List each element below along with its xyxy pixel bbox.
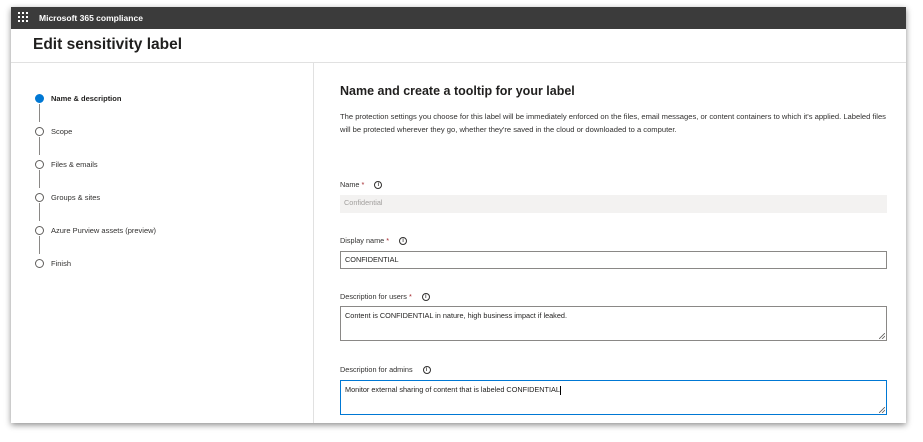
app-name[interactable]: Microsoft 365 compliance bbox=[39, 7, 143, 29]
description-admins-label-text: Description for admins bbox=[340, 365, 413, 374]
description-users-value: Content is CONFIDENTIAL in nature, high … bbox=[345, 311, 567, 320]
display-name-label-text: Display name bbox=[340, 236, 385, 245]
section-title: Name and create a tooltip for your label bbox=[340, 84, 575, 98]
description-admins-value: Monitor external sharing of content that… bbox=[345, 385, 560, 394]
info-icon[interactable]: i bbox=[374, 181, 383, 190]
step-connector bbox=[39, 104, 40, 122]
description-users-label-text: Description for users bbox=[340, 292, 407, 301]
resize-grip-icon[interactable] bbox=[879, 333, 885, 339]
step-indicator-icon bbox=[35, 226, 44, 235]
step-label: Name & description bbox=[51, 94, 122, 103]
display-name-label: Display name * i bbox=[340, 236, 408, 246]
resize-grip-icon[interactable] bbox=[879, 407, 885, 413]
required-marker: * bbox=[361, 180, 365, 189]
page-title: Edit sensitivity label bbox=[33, 36, 183, 53]
step-label: Scope bbox=[51, 127, 73, 136]
info-icon[interactable]: i bbox=[399, 237, 408, 246]
step-label: Files & emails bbox=[51, 160, 98, 169]
step-label: Finish bbox=[51, 259, 72, 268]
step-indicator-icon bbox=[35, 193, 44, 202]
step-indicator-icon bbox=[35, 160, 44, 169]
required-marker: * bbox=[408, 292, 412, 301]
description-users-label: Description for users * i bbox=[340, 292, 430, 302]
name-field: Confidential bbox=[340, 195, 887, 213]
step-label: Azure Purview assets (preview) bbox=[51, 226, 157, 235]
step-indicator-icon bbox=[35, 94, 44, 103]
required-marker: * bbox=[386, 236, 390, 245]
section-description: The protection settings you choose for t… bbox=[340, 112, 886, 134]
app-window: Microsoft 365 compliance Edit sensitivit… bbox=[11, 7, 906, 423]
step-indicator-icon bbox=[35, 259, 44, 268]
step-label: Groups & sites bbox=[51, 193, 101, 202]
text-cursor bbox=[559, 385, 561, 395]
step-indicator-icon bbox=[35, 127, 44, 136]
name-label-text: Name bbox=[340, 180, 360, 189]
display-name-field[interactable]: CONFIDENTIAL bbox=[340, 251, 887, 269]
page-header: Edit sensitivity label bbox=[11, 29, 906, 63]
step-connector bbox=[39, 137, 40, 155]
top-bar: Microsoft 365 compliance bbox=[11, 7, 906, 29]
description-users-field[interactable]: Content is CONFIDENTIAL in nature, high … bbox=[340, 306, 887, 341]
step-connector bbox=[39, 236, 40, 254]
description-admins-field[interactable]: Monitor external sharing of content that… bbox=[340, 380, 887, 415]
step-connector bbox=[39, 203, 40, 221]
waffle-icon[interactable] bbox=[18, 12, 30, 24]
wizard-steps: Name & description Scope Files & emails … bbox=[11, 63, 314, 423]
info-icon[interactable]: i bbox=[421, 293, 430, 302]
info-icon[interactable]: i bbox=[422, 366, 431, 375]
description-admins-label: Description for admins i bbox=[340, 365, 431, 375]
step-connector bbox=[39, 170, 40, 188]
name-label: Name * i bbox=[340, 180, 383, 190]
